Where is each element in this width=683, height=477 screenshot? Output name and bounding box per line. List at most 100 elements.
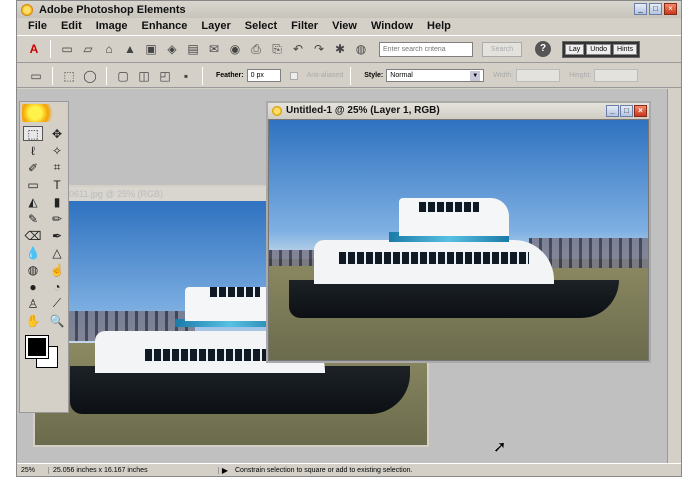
document-title-bar[interactable]: Untitled-1 @ 25% (Layer 1, RGB) _ □ × (268, 103, 649, 119)
add-selection-icon[interactable]: ◫ (135, 67, 153, 85)
eraser-tool-icon[interactable]: ⌫ (23, 228, 43, 243)
browse-icon[interactable]: ⌂ (100, 40, 118, 58)
doc-close-button[interactable]: × (634, 105, 647, 117)
paint-bucket-tool-icon[interactable]: ◭ (23, 194, 43, 209)
step-backward-icon[interactable]: ↶ (289, 40, 307, 58)
palette-tab-hints[interactable]: Hints (613, 43, 637, 55)
width-label: Width: (493, 72, 514, 79)
online-services-icon[interactable]: ◉ (226, 40, 244, 58)
smudge-tool-icon[interactable]: ☝ (47, 262, 67, 277)
options-bar: ▭ ⬚ ◯ ▢ ◫ ◰ ▪ Feather: Anti-aliased Styl… (17, 64, 681, 88)
ferry-hull (70, 366, 410, 414)
elliptical-marquee-option-icon[interactable]: ◯ (81, 67, 99, 85)
crop-tool-icon[interactable]: ⌗ (47, 160, 67, 175)
print-online-icon[interactable]: ⎘ (268, 40, 286, 58)
shape-tool-icon[interactable]: ▭ (23, 177, 43, 192)
height-input[interactable] (594, 69, 639, 82)
close-button[interactable]: × (664, 3, 677, 15)
pencil-tool-icon[interactable]: ✏ (47, 211, 67, 226)
type-tool-icon[interactable]: T (47, 177, 67, 192)
separator (350, 66, 352, 85)
menu-select[interactable]: Select (238, 20, 284, 32)
menu-help[interactable]: Help (420, 20, 458, 32)
selection-brush-tool-icon[interactable]: ✐ (23, 160, 43, 175)
style-select[interactable]: Normal ▼ (386, 69, 485, 82)
document-window-active[interactable]: Untitled-1 @ 25% (Layer 1, RGB) _ □ × (266, 101, 651, 363)
dodge-tool-icon[interactable]: ● (23, 279, 43, 294)
palette-tab-undo[interactable]: Undo (586, 43, 612, 55)
ferry-bridge-windows (210, 287, 260, 297)
sharpen-tool-icon[interactable]: △ (47, 245, 67, 260)
maximize-button[interactable]: □ (649, 3, 662, 15)
lasso-tool-icon[interactable]: ℓ (23, 143, 43, 158)
open-file-icon[interactable]: ▱ (79, 40, 97, 58)
menu-filter[interactable]: Filter (284, 20, 325, 32)
search-button[interactable]: Search (482, 41, 522, 57)
menu-view[interactable]: View (325, 20, 364, 32)
import-icon[interactable]: ▲ (121, 40, 139, 58)
palette-tab-layers[interactable]: Lay (565, 43, 585, 55)
toolbox-logo-icon[interactable] (22, 104, 66, 122)
quick-fix-icon[interactable]: ✱ (331, 40, 349, 58)
feather-input[interactable] (246, 69, 281, 82)
menu-file[interactable]: File (21, 20, 54, 32)
magic-wand-tool-icon[interactable]: ✧ (47, 143, 67, 158)
search-input[interactable] (379, 41, 473, 57)
separator (52, 66, 53, 85)
menu-image[interactable]: Image (89, 20, 135, 32)
mouse-cursor-icon: ➚ (493, 439, 507, 456)
marquee-tool-icon[interactable]: ⬚ (23, 126, 43, 141)
blur-tool-icon[interactable]: 💧 (23, 245, 43, 260)
minimize-button[interactable]: _ (634, 3, 647, 15)
palette-well: Lay Undo Hints (562, 40, 640, 58)
workspace: 100611.jpg @ 25% (RGB) Untitled-1 @ 25% … (17, 89, 681, 463)
status-menu-arrow-icon[interactable]: ▶ (219, 466, 231, 475)
brush-tool-icon[interactable]: ✎ (23, 211, 43, 226)
doc-minimize-button[interactable]: _ (606, 105, 619, 117)
clone-stamp-tool-icon[interactable]: ♙ (23, 296, 43, 311)
menu-edit[interactable]: Edit (54, 20, 89, 32)
red-eye-tool-icon[interactable]: ✒ (47, 228, 67, 243)
gradient-tool-icon[interactable]: ▮ (47, 194, 67, 209)
width-input[interactable] (516, 69, 561, 82)
antialias-checkbox[interactable] (289, 71, 298, 80)
document-icon (272, 106, 282, 116)
document-canvas[interactable] (268, 119, 649, 361)
zoom-tool-icon[interactable]: 🔍 (47, 313, 67, 328)
step-forward-icon[interactable]: ↷ (310, 40, 328, 58)
save-icon[interactable]: ▣ (142, 40, 160, 58)
status-bar: 25% 25.056 inches x 16.167 inches ▶ Cons… (17, 463, 681, 477)
move-tool-icon[interactable]: ✥ (47, 126, 67, 141)
tool-grid: ⬚ ✥ ℓ ✧ ✐ ⌗ ▭ T ◭ ▮ ✎ ✏ ⌫ ✒ 💧 △ ◍ ☝ ● ◔ (20, 124, 68, 330)
zoom-level[interactable]: 25% (21, 467, 49, 474)
subtract-selection-icon[interactable]: ◰ (156, 67, 174, 85)
new-file-icon[interactable]: ▭ (58, 40, 76, 58)
eyedropper-tool-icon[interactable]: ⟋ (47, 296, 67, 311)
menu-window[interactable]: Window (364, 20, 420, 32)
burn-tool-icon[interactable]: ◔ (47, 279, 67, 294)
separator (50, 40, 51, 58)
save-for-web-icon[interactable]: ◈ (163, 40, 181, 58)
print-icon[interactable]: ⎙ (247, 40, 265, 58)
new-selection-icon[interactable]: ▢ (114, 67, 132, 85)
tool-preset-icon[interactable]: ▭ (27, 67, 45, 85)
adobe-logo-icon[interactable]: A (25, 40, 43, 58)
help-icon[interactable]: ? (535, 41, 551, 57)
sponge-tool-icon[interactable]: ◍ (23, 262, 43, 277)
intersect-selection-icon[interactable]: ▪ (177, 67, 195, 85)
color-swatches (24, 334, 64, 374)
rect-marquee-option-icon[interactable]: ⬚ (60, 67, 78, 85)
hand-tool-icon[interactable]: ✋ (23, 313, 43, 328)
foreground-color-swatch[interactable] (25, 335, 49, 359)
ferry-hull (289, 280, 619, 318)
print-preview-icon[interactable]: ▤ (184, 40, 202, 58)
doc-maximize-button[interactable]: □ (620, 105, 633, 117)
file-browser-icon[interactable]: ◍ (352, 40, 370, 58)
document-title: Untitled-1 @ 25% (Layer 1, RGB) (286, 105, 440, 116)
style-select-value: Normal (390, 72, 413, 79)
feather-label: Feather: (216, 72, 244, 79)
menu-layer[interactable]: Layer (194, 20, 237, 32)
ferry-bridge-windows (419, 202, 479, 212)
menu-enhance[interactable]: Enhance (135, 20, 195, 32)
attach-email-icon[interactable]: ✉ (205, 40, 223, 58)
